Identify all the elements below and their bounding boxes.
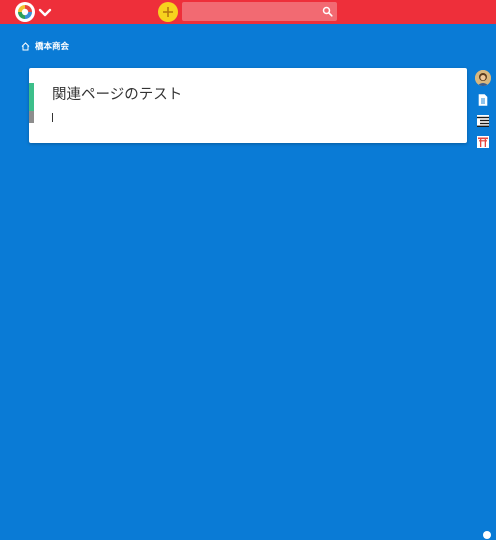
- search-box[interactable]: [182, 2, 337, 21]
- page-card[interactable]: 関連ページのテスト: [29, 68, 467, 143]
- plus-icon: [163, 7, 173, 17]
- search-icon[interactable]: [322, 6, 333, 17]
- search-input[interactable]: [182, 2, 317, 21]
- page-title[interactable]: 関連ページのテスト: [52, 83, 182, 104]
- breadcrumb[interactable]: 橋本商会: [21, 40, 69, 52]
- scrapbox-logo-icon[interactable]: [15, 2, 35, 22]
- check-circle-icon: [483, 531, 491, 539]
- new-page-button[interactable]: [158, 2, 178, 22]
- list-icon[interactable]: [476, 114, 490, 128]
- cursor-line-indicator: [29, 111, 34, 123]
- document-icon[interactable]: [476, 93, 490, 107]
- torii-icon[interactable]: [476, 135, 490, 149]
- title-line-indicator: [29, 83, 34, 111]
- chevron-down-icon[interactable]: [38, 5, 52, 19]
- home-icon: [21, 41, 30, 50]
- project-name-link[interactable]: 橋本商会: [35, 40, 69, 52]
- text-cursor: [52, 113, 53, 122]
- user-avatar-icon[interactable]: [475, 70, 491, 86]
- top-bar: [0, 0, 496, 24]
